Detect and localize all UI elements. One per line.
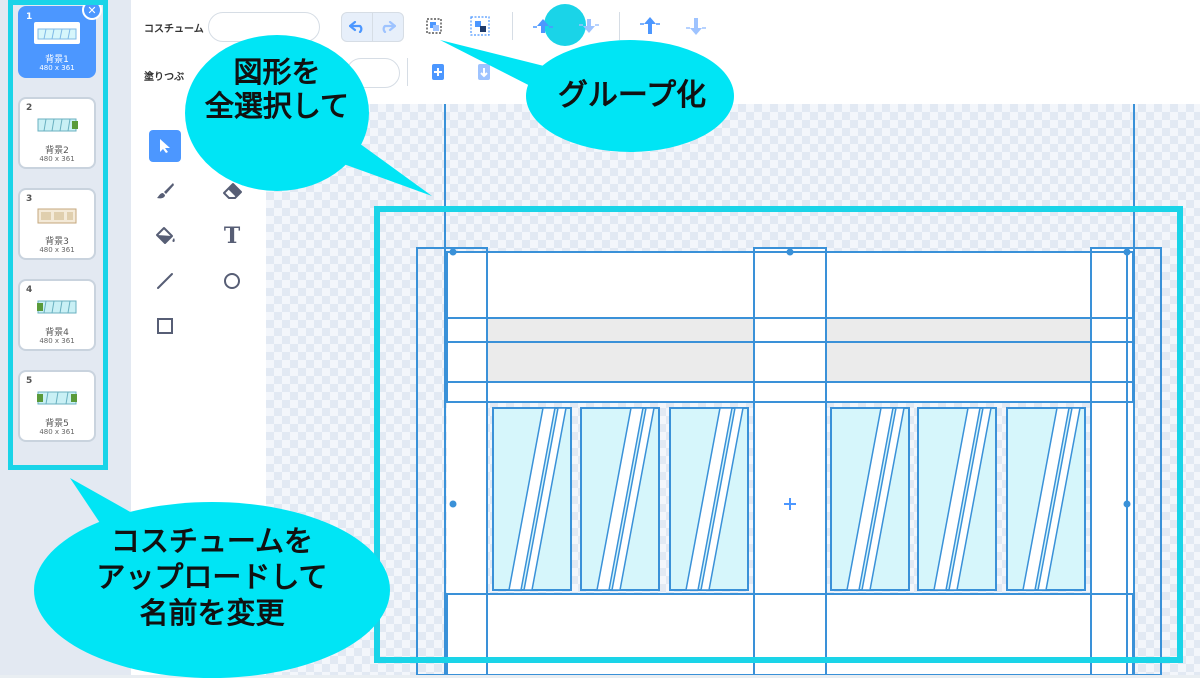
line-tool[interactable] [149, 265, 181, 297]
select-tool[interactable] [149, 130, 181, 162]
rectangle-icon [157, 318, 173, 334]
costume-list-highlight [8, 0, 108, 470]
select-all-callout-text: 図形を 全選択して [204, 55, 350, 123]
circle-tool[interactable] [216, 265, 248, 297]
circle-icon [224, 273, 240, 289]
backward-icon [579, 19, 599, 33]
text-icon: T [223, 223, 241, 249]
forward-icon [533, 19, 553, 33]
fill-icon [156, 227, 175, 244]
rectangle-tool[interactable] [149, 310, 181, 342]
text-tool[interactable]: T [216, 220, 248, 252]
building-facade [416, 104, 1162, 675]
fill-tool[interactable] [149, 220, 181, 252]
upload-callout-text: コスチュームを アップロードして 名前を変更 [96, 524, 328, 630]
select-icon [160, 139, 170, 153]
brush-tool[interactable] [149, 175, 181, 207]
brush-icon [157, 183, 174, 199]
front-icon [640, 17, 660, 34]
line-icon [157, 273, 173, 289]
back-icon [686, 18, 706, 35]
group-callout-text: グループ化 [557, 78, 707, 113]
fill-label: 塗りつぶ [144, 72, 185, 83]
